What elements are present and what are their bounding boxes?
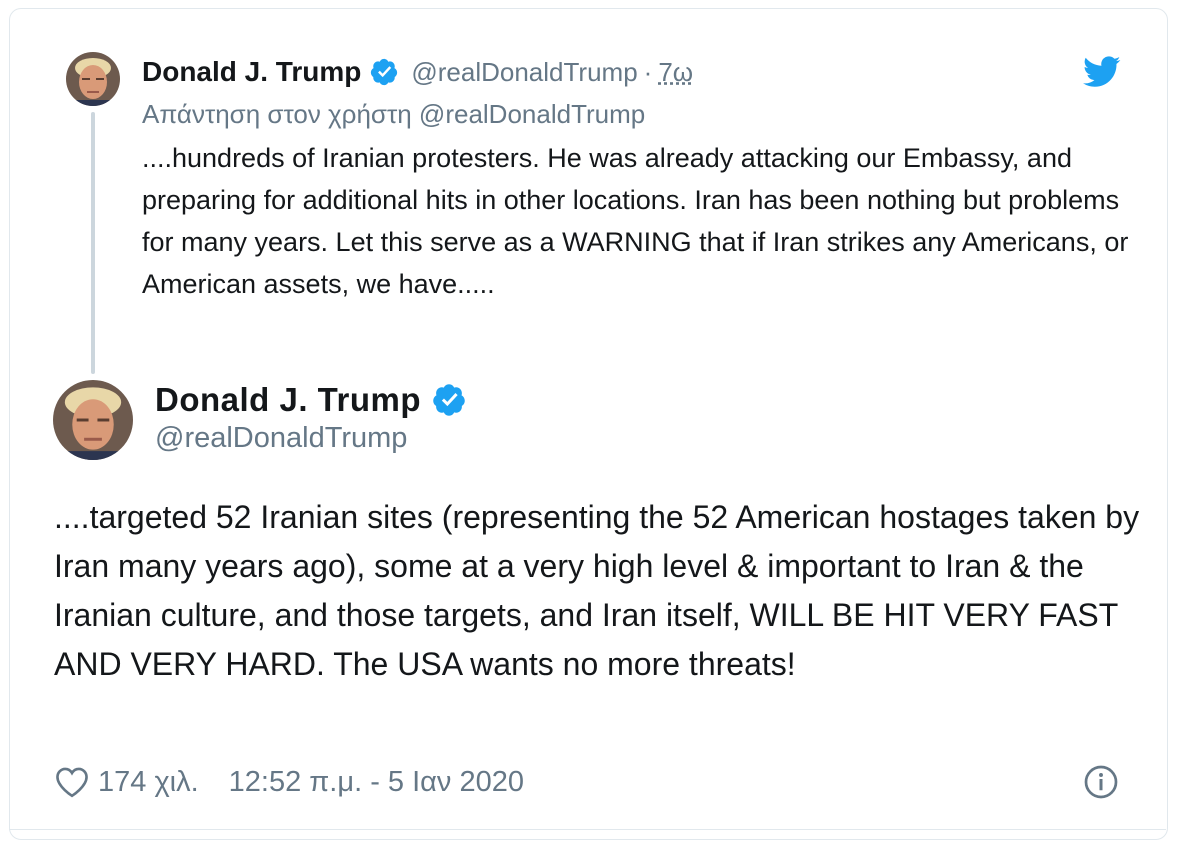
- thread-connector-line: [91, 112, 95, 374]
- main-tweet-text: ....targeted 52 Iranian sites (represent…: [54, 499, 1140, 682]
- tweet-footer: 174 χιλ. 12:52 π.μ. - 5 Ιαν 2020: [54, 760, 524, 804]
- parent-author-name[interactable]: Donald J. Trump: [142, 56, 361, 88]
- like-count[interactable]: 174 χιλ.: [98, 766, 199, 799]
- verified-badge-icon: [371, 58, 398, 86]
- avatar-photo-icon: [66, 52, 120, 106]
- header-separator: ·: [643, 56, 653, 87]
- reply-context[interactable]: Απάντηση στον χρήστη @realDonaldTrump: [142, 99, 645, 130]
- main-avatar[interactable]: [53, 380, 133, 460]
- main-author-row: Donald J. Trump: [155, 378, 467, 422]
- twitter-bird-icon[interactable]: [1083, 56, 1121, 88]
- main-handle[interactable]: @realDonaldTrump: [155, 422, 407, 455]
- main-author-name[interactable]: Donald J. Trump: [155, 381, 421, 419]
- heart-icon[interactable]: [54, 766, 90, 798]
- parent-tweet-header: Donald J. Trump @realDonaldTrump · 7ω: [142, 52, 693, 92]
- parent-handle[interactable]: @realDonaldTrump: [411, 57, 637, 88]
- tweet-timestamp-link[interactable]: 12:52 π.μ. - 5 Ιαν 2020: [229, 766, 524, 799]
- parent-timestamp-link[interactable]: 7ω: [658, 57, 693, 88]
- card-divider: [9, 829, 1166, 830]
- parent-avatar[interactable]: [66, 52, 120, 106]
- verified-badge-icon: [433, 384, 465, 416]
- info-icon[interactable]: [1083, 764, 1119, 800]
- parent-tweet-text: ....hundreds of Iranian protesters. He w…: [142, 143, 1129, 299]
- avatar-photo-icon: [53, 380, 133, 460]
